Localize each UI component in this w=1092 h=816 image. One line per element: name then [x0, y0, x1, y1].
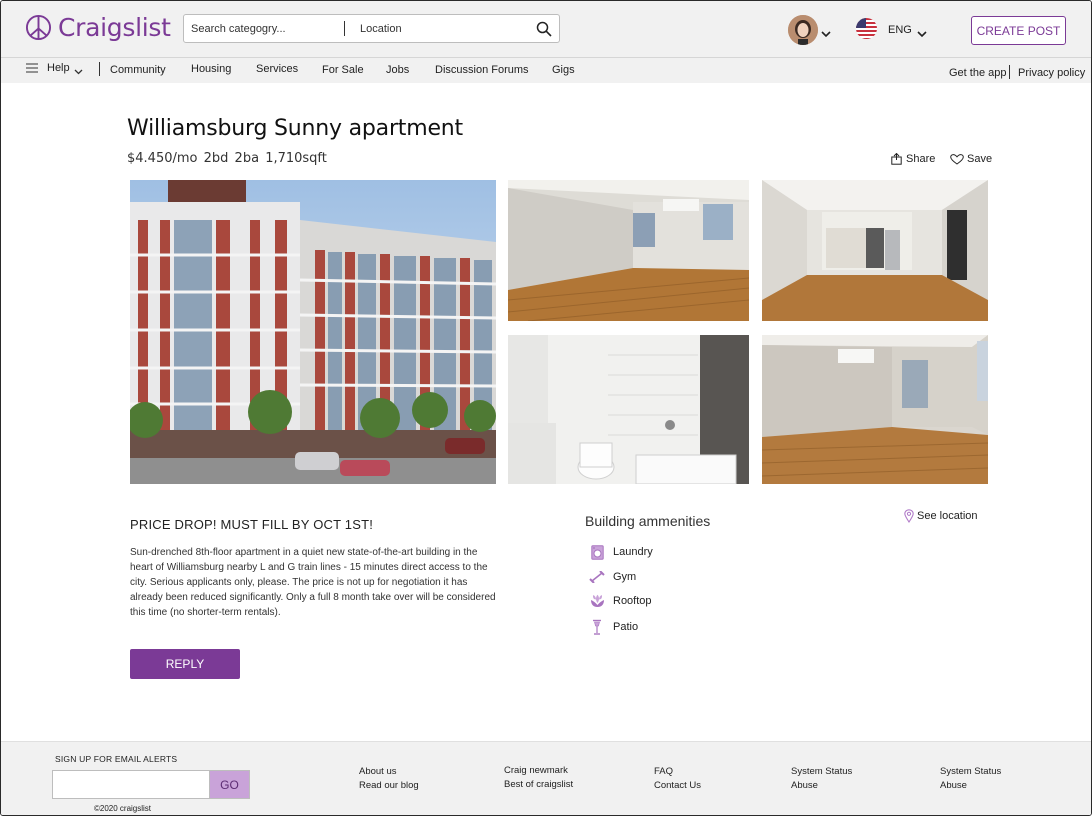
avatar[interactable]	[788, 15, 818, 45]
footer-link-best-of[interactable]: Best of craigslist	[504, 778, 573, 792]
share-icon	[891, 153, 902, 165]
brand-name: Craigslist	[58, 13, 171, 42]
patio-lamp-icon	[589, 619, 605, 635]
footer-link-faq[interactable]: FAQ	[654, 765, 701, 779]
reply-button[interactable]: REPLY	[130, 649, 240, 679]
get-app-link[interactable]: Get the app	[949, 67, 1007, 79]
category-search-input[interactable]: Search categogry...	[184, 23, 344, 35]
amenity-label: Gym	[613, 571, 637, 583]
see-location-link[interactable]: See location	[904, 509, 978, 523]
listing-sqft: 1,710sqft	[265, 151, 327, 166]
photo-bedroom[interactable]	[762, 335, 988, 484]
see-location-label: See location	[917, 510, 978, 522]
footer-link-contact[interactable]: Contact Us	[654, 779, 701, 793]
laundry-icon	[589, 544, 605, 560]
dumbbell-icon	[589, 569, 605, 585]
chevron-down-icon[interactable]	[917, 25, 927, 43]
help-menu[interactable]: Help	[47, 62, 70, 74]
search-icon[interactable]	[529, 15, 559, 42]
nav-housing[interactable]: Housing	[191, 63, 231, 75]
search-divider	[344, 21, 345, 36]
share-button[interactable]: Share	[891, 153, 935, 165]
amenity-rooftop: Rooftop	[589, 593, 652, 609]
footer-column: Craig newmark Best of craigslist	[504, 764, 573, 792]
copyright: ©2020 craigslist	[94, 804, 152, 813]
footer-column: About us Read our blog	[359, 765, 419, 793]
amenity-laundry: Laundry	[589, 544, 653, 560]
photo-kitchen-hallway[interactable]	[762, 180, 988, 321]
us-flag-icon[interactable]	[856, 18, 877, 39]
listing-price: $4.450/mo	[127, 151, 198, 166]
menu-icon[interactable]	[26, 63, 38, 76]
amenities-title: Building ammenities	[585, 513, 711, 529]
footer-link-system-status[interactable]: System Status	[791, 765, 852, 779]
privacy-policy-link[interactable]: Privacy policy	[1018, 67, 1085, 79]
footer-column: System Status Abuse	[940, 765, 1001, 793]
nav-jobs[interactable]: Jobs	[386, 64, 409, 76]
footer-link-blog[interactable]: Read our blog	[359, 779, 419, 793]
search-bar: Search categogry... Location	[183, 14, 560, 43]
footer-link-about[interactable]: About us	[359, 765, 419, 779]
footer-link-craig-newmark[interactable]: Craig newmark	[504, 764, 573, 778]
listing-headline: PRICE DROP! MUST FILL BY OCT 1ST!	[130, 517, 374, 532]
footer-link-abuse[interactable]: Abuse	[940, 779, 1001, 793]
peace-logo-icon	[25, 14, 52, 41]
footer: SIGN UP FOR EMAIL ALERTS GO ©2020 craigs…	[1, 741, 1091, 815]
nav-services[interactable]: Services	[256, 63, 298, 75]
nav-divider	[1009, 65, 1010, 79]
footer-link-abuse[interactable]: Abuse	[791, 779, 852, 793]
flower-icon	[589, 593, 605, 609]
location-input[interactable]: Location	[360, 23, 529, 35]
amenity-patio: Patio	[589, 619, 638, 635]
nav-divider	[99, 62, 100, 76]
nav-community[interactable]: Community	[110, 64, 166, 76]
nav-gigs[interactable]: Gigs	[552, 64, 575, 76]
amenity-label: Rooftop	[613, 595, 652, 607]
email-field[interactable]	[52, 770, 210, 799]
page-frame: Craigslist Search categogry... Location	[0, 0, 1092, 816]
language-label[interactable]: ENG	[888, 24, 912, 36]
photo-living-room[interactable]	[508, 180, 749, 321]
go-button[interactable]: GO	[209, 770, 250, 799]
listing-summary: $4.450/mo 2bd 2ba 1,710sqft	[127, 151, 327, 166]
share-label: Share	[906, 153, 936, 165]
nav-discussion-forums[interactable]: Discussion Forums	[435, 64, 529, 76]
chevron-down-icon[interactable]	[74, 66, 83, 78]
listing-beds: 2bd	[203, 151, 229, 166]
listing-description: Sun-drenched 8th-floor apartment in a qu…	[130, 547, 496, 618]
chevron-down-icon[interactable]	[821, 25, 831, 43]
listing-title: Williamsburg Sunny apartment	[127, 116, 463, 141]
amenity-label: Patio	[613, 621, 639, 633]
header: Craigslist Search categogry... Location	[1, 1, 1091, 58]
heart-icon	[950, 153, 964, 165]
amenity-gym: Gym	[589, 569, 636, 585]
listing-baths: 2ba	[234, 151, 260, 166]
nav-for-sale[interactable]: For Sale	[322, 64, 364, 76]
nav-bar: Help Community Housing Services For Sale…	[1, 58, 1091, 83]
logo[interactable]: Craigslist	[25, 13, 171, 42]
create-post-button[interactable]: CREATE POST	[971, 16, 1066, 45]
location-pin-icon	[904, 509, 914, 523]
photo-building-exterior[interactable]	[130, 180, 496, 484]
footer-column: FAQ Contact Us	[654, 765, 701, 793]
save-label: Save	[967, 153, 993, 165]
photo-bathroom[interactable]	[508, 335, 749, 484]
footer-column: System Status Abuse	[791, 765, 852, 793]
amenity-label: Laundry	[613, 546, 653, 558]
save-button[interactable]: Save	[950, 153, 992, 165]
signup-label: SIGN UP FOR EMAIL ALERTS	[55, 754, 178, 764]
footer-link-system-status[interactable]: System Status	[940, 765, 1001, 779]
